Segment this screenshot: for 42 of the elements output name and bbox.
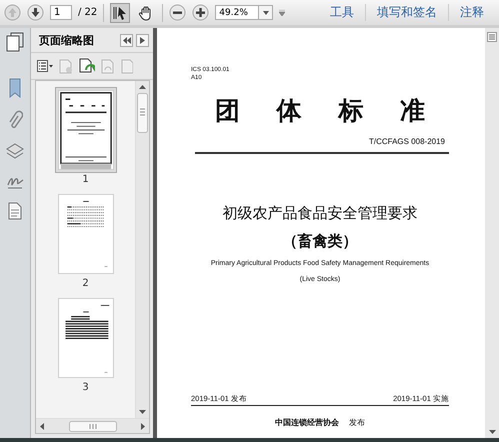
page-number-field[interactable]: 1: [50, 5, 72, 20]
scrollbar-thumb[interactable]: [68, 420, 116, 432]
page-label: 2: [82, 278, 89, 289]
more-caret-icon[interactable]: [279, 10, 286, 16]
expand-panel-button[interactable]: [136, 34, 149, 46]
layers-icon[interactable]: [6, 142, 24, 160]
double-left-arrow-icon: [122, 36, 130, 44]
standard-number: T/CCFAGS 008-2019: [368, 137, 445, 146]
page-label: 3: [82, 382, 89, 393]
page-total: / 22: [78, 7, 98, 18]
toolbar-menu-item[interactable]: 注释: [448, 4, 495, 21]
select-tool-button[interactable]: [110, 2, 130, 22]
split-view-icon[interactable]: [487, 32, 497, 42]
pages-icon[interactable]: [6, 32, 24, 52]
zoom-field[interactable]: 49.2%: [215, 5, 260, 20]
page-label: 1: [82, 174, 89, 185]
document-subtitle: （畜禽类）: [282, 232, 358, 250]
scrollbar-thumb[interactable]: [137, 93, 148, 133]
bookmark-icon[interactable]: [7, 78, 23, 98]
publisher-suffix: 发布: [349, 417, 365, 428]
scroll-right-icon[interactable]: [141, 422, 145, 430]
zoom-dropdown-button[interactable]: [259, 5, 274, 20]
scroll-down-icon[interactable]: [139, 410, 146, 414]
insert-page-icon[interactable]: [79, 58, 95, 74]
document-icon[interactable]: [8, 202, 22, 220]
toolbar-menu-item[interactable]: 填写和签名: [365, 4, 448, 21]
document-heading: 团 体 标 准: [214, 95, 426, 127]
options-menu-icon[interactable]: [37, 60, 53, 72]
toolbar-menu-item[interactable]: 工具: [319, 4, 365, 21]
paperclip-icon[interactable]: [7, 110, 23, 130]
scroll-up-icon[interactable]: [139, 85, 146, 89]
right-arrow-icon: [140, 36, 145, 44]
select-icon: [112, 4, 128, 20]
zoom-in-icon[interactable]: [192, 4, 210, 21]
caret-icon: [262, 10, 269, 14]
scroll-down-icon[interactable]: [488, 430, 496, 434]
panel-title: 页面缩略图: [38, 32, 95, 48]
collapse-panel-button[interactable]: [120, 34, 133, 46]
zoom-out-icon[interactable]: [169, 4, 186, 21]
publisher: 中国连锁经营协会: [275, 417, 339, 428]
document-title: 初级农产品食品安全管理要求: [222, 204, 418, 222]
scroll-left-icon[interactable]: [40, 422, 44, 430]
